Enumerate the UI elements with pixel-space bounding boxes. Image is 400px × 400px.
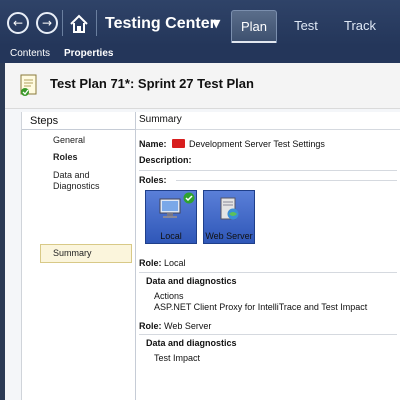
divider bbox=[139, 334, 397, 335]
dd1-item-aspnet-proxy: ASP.NET Client Proxy for IntelliTrace an… bbox=[154, 302, 368, 312]
plan-header: Test Plan 71*: Sprint 27 Test Plan bbox=[5, 63, 400, 109]
content-frame: Test Plan 71*: Sprint 27 Test Plan Steps… bbox=[5, 63, 400, 400]
name-value: Development Server Test Settings bbox=[189, 139, 325, 149]
description-label: Description: bbox=[139, 155, 192, 165]
summary-heading: Summary bbox=[139, 114, 182, 125]
plan-title: Test Plan 71*: Sprint 27 Test Plan bbox=[50, 76, 254, 91]
subnav-contents[interactable]: Contents bbox=[10, 48, 50, 59]
role-web-value: Web Server bbox=[164, 321, 212, 331]
divider bbox=[136, 129, 400, 130]
forward-arrow-icon[interactable]: → bbox=[36, 12, 58, 34]
test-settings-flag-icon bbox=[172, 139, 185, 148]
divider bbox=[139, 272, 397, 273]
server-icon bbox=[220, 197, 239, 220]
tab-test[interactable]: Test bbox=[286, 10, 326, 42]
top-nav-bar: ← → Testing Center ▼ Plan Test Track bbox=[0, 0, 400, 46]
computer-icon bbox=[159, 198, 181, 218]
sub-nav-bar: Contents Properties bbox=[0, 46, 400, 63]
properties-body: Steps General Roles Data and Diagnostics… bbox=[21, 112, 400, 400]
dd1-item-actions: Actions bbox=[154, 291, 184, 301]
role-tile-local-label: Local bbox=[160, 231, 182, 241]
tab-plan[interactable]: Plan bbox=[231, 10, 277, 43]
dd2-heading: Data and diagnostics bbox=[146, 338, 237, 348]
step-roles[interactable]: Roles bbox=[53, 152, 78, 163]
dd1-heading: Data and diagnostics bbox=[146, 276, 237, 286]
role-local-label: Role: bbox=[139, 258, 162, 268]
home-icon[interactable] bbox=[68, 13, 90, 35]
role-tile-local[interactable]: Local bbox=[145, 190, 197, 244]
steps-header: Steps bbox=[22, 112, 135, 130]
tab-track[interactable]: Track bbox=[338, 10, 382, 42]
role-web-label: Role: bbox=[139, 321, 162, 331]
checkmark-icon bbox=[183, 192, 195, 204]
back-arrow-icon[interactable]: ← bbox=[7, 12, 29, 34]
app-title: Testing Center bbox=[105, 15, 216, 32]
role-local-value: Local bbox=[164, 258, 186, 268]
name-label: Name: bbox=[139, 139, 167, 149]
role-tile-web-server[interactable]: Web Server bbox=[203, 190, 255, 244]
nav-separator bbox=[96, 10, 97, 36]
steps-heading: Steps bbox=[30, 115, 59, 127]
step-data-and-diagnostics[interactable]: Data and Diagnostics bbox=[53, 170, 100, 192]
divider bbox=[139, 170, 397, 171]
project-dropdown-chevron-icon[interactable]: ▼ bbox=[212, 17, 220, 30]
steps-panel: Steps General Roles Data and Diagnostics… bbox=[22, 112, 136, 400]
step-summary[interactable]: Summary bbox=[53, 248, 92, 259]
test-plan-icon bbox=[20, 74, 37, 96]
dd2-item-test-impact: Test Impact bbox=[154, 353, 201, 363]
step-general[interactable]: General bbox=[53, 135, 85, 146]
nav-separator bbox=[62, 10, 63, 36]
divider bbox=[176, 180, 397, 181]
role-tile-web-server-label: Web Server bbox=[205, 231, 253, 241]
summary-panel: Summary Name: Development Server Test Se… bbox=[136, 112, 400, 400]
subnav-properties[interactable]: Properties bbox=[64, 48, 113, 59]
roles-label: Roles: bbox=[139, 175, 167, 185]
